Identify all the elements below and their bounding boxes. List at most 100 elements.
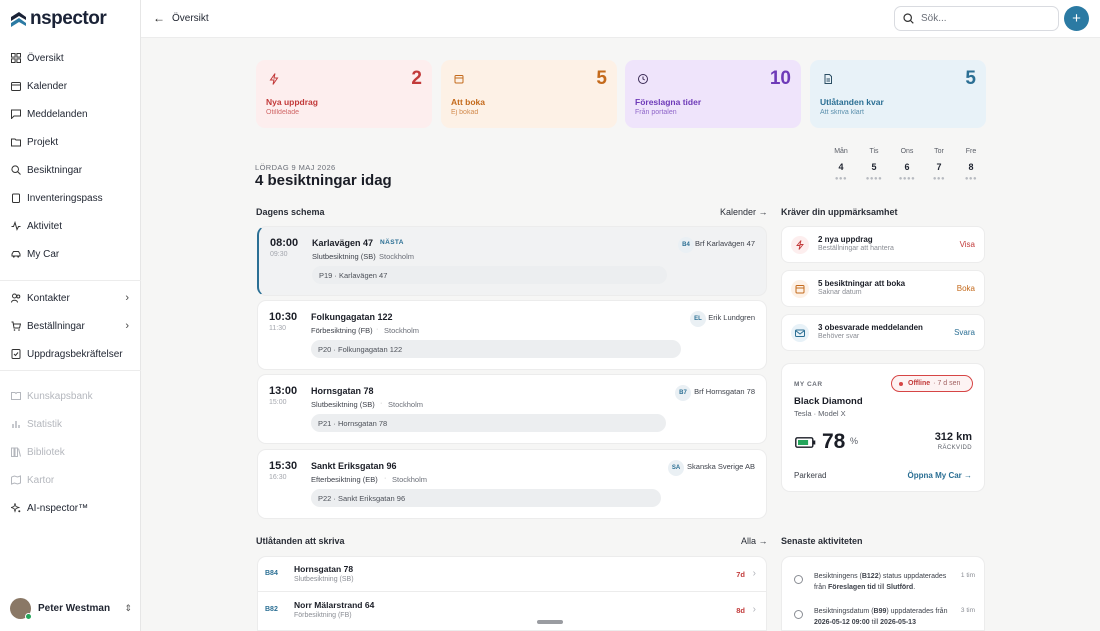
add-button[interactable]: + (1064, 6, 1089, 31)
sidebar-item-aktivitet[interactable]: Aktivitet (0, 212, 141, 240)
activity-from: 2026-05-12 09:00 (814, 619, 870, 626)
sidebar-item-besiktningar[interactable]: Besiktningar (0, 156, 141, 184)
report-address: Norr Mälarstrand 64 (294, 600, 375, 610)
client-badge: SA (668, 460, 684, 476)
reply-button[interactable]: Svara (954, 328, 975, 337)
inspection-type: Förbesiktning (FB) (311, 326, 373, 335)
status-text: Offline (908, 380, 931, 387)
schedule-item[interactable]: 08:00 09:30 Karlavägen 47 NÄSTA Slutbesi… (257, 226, 767, 296)
logo[interactable]: nspector (10, 8, 107, 30)
client-badge: B7 (675, 385, 691, 401)
search-input[interactable] (921, 13, 1051, 24)
city: Stockholm (388, 400, 424, 409)
activity-text-part: ) uppdaterades från (886, 608, 948, 615)
end-time: 09:30 (270, 251, 288, 258)
scroll-handle[interactable] (537, 620, 563, 624)
week-day[interactable]: Tor 7 ●●● (927, 148, 951, 182)
car-name: Black Diamond (794, 396, 863, 407)
report-row[interactable]: B82 Norr Mälarstrand 64 Förbesiktning (F… (257, 592, 767, 631)
week-day-number: 4 (838, 162, 844, 172)
activity-to: Slutförd (886, 584, 914, 591)
attention-item[interactable]: 2 nya uppdrag Beställningar att hantera … (781, 226, 985, 263)
document-icon (824, 74, 832, 84)
city: Stockholm (379, 252, 415, 261)
calendar-link[interactable]: Kalender → (720, 207, 768, 217)
week-day[interactable]: Ons 6 ●●●● (895, 148, 919, 182)
stat-subtitle: Otilldelade (266, 109, 300, 116)
logo-text: nspector (30, 8, 107, 29)
clock-icon (638, 74, 648, 84)
address: Sankt Eriksgatan 96 (311, 461, 397, 471)
stat-value: 5 (596, 68, 607, 89)
stat-title: Nya uppdrag (266, 97, 318, 107)
week-day-name: Fre (965, 148, 977, 155)
project-chip[interactable]: P21 · Hornsgatan 78 (311, 414, 666, 432)
week-day-name: Tor (934, 148, 944, 155)
stat-card-reports-left[interactable]: 5 Utlåtanden kvar Att skriva klart (810, 60, 986, 128)
end-time: 15:00 (269, 399, 287, 406)
activity-text-part: till (869, 619, 881, 626)
stat-card-proposed-times[interactable]: 10 Föreslagna tider Från portalen (625, 60, 801, 128)
project-chip[interactable]: P22 · Sankt Eriksgatan 96 (311, 489, 661, 507)
chevron-up-down-icon: ⇕ (124, 603, 132, 613)
sidebar-item-oversikt[interactable]: Översikt (0, 44, 141, 72)
stat-subtitle: Att skriva klart (820, 109, 864, 116)
inspection-type: Slutbesiktning (SB) (312, 252, 376, 261)
status-badge: Offline · 7 d sen (891, 375, 973, 392)
open-my-car-link[interactable]: Öppna My Car → (908, 471, 972, 480)
schedule-item[interactable]: 10:30 11:30 Folkungagatan 122 Förbesiktn… (257, 300, 767, 370)
week-day[interactable]: Fre 8 ●●● (959, 148, 983, 182)
client-badge: EL (690, 311, 706, 327)
bolt-icon (791, 236, 809, 254)
activity-text: Besiktningens (B122) status uppdaterades… (814, 571, 959, 593)
sidebar-item-kontakter[interactable]: Kontakter › (0, 284, 141, 312)
client-name: Skanska Sverige AB (687, 462, 755, 471)
all-reports-link[interactable]: Alla → (741, 536, 768, 546)
calendar-icon (791, 280, 809, 298)
stat-title: Föreslagna tider (635, 97, 702, 107)
attention-subtitle: Behöver svar (818, 333, 860, 340)
date-label: LÖRDAG 9 MAJ 2026 (255, 163, 336, 172)
attention-item[interactable]: 5 besiktningar att boka Saknar datum Bok… (781, 270, 985, 307)
project-chip[interactable]: P20 · Folkungagatan 122 (311, 340, 681, 358)
sidebar-item-label: Meddelanden (27, 108, 88, 120)
activity-text-part: . (913, 584, 916, 591)
sidebar-item-my-car[interactable]: My Car (0, 240, 141, 268)
sidebar-item-inventeringspass[interactable]: Inventeringspass (0, 184, 141, 212)
chevron-right-icon: › (125, 292, 129, 304)
sidebar-item-label: Aktivitet (27, 220, 63, 232)
activity-time: 3 tim (960, 607, 975, 614)
week-day[interactable]: Mån 4 ●●● (829, 148, 853, 182)
battery-icon (795, 437, 816, 448)
view-button[interactable]: Visa (960, 240, 975, 249)
bolt-icon (269, 73, 279, 85)
report-row[interactable]: B84 Hornsgatan 78 Slutbesiktning (SB) 7d… (257, 556, 767, 592)
sidebar-item-projekt[interactable]: Projekt (0, 128, 141, 156)
sidebar-item-kalender[interactable]: Kalender (0, 72, 141, 100)
clock-icon (794, 575, 803, 584)
search-box[interactable] (894, 6, 1059, 31)
sidebar-item-label: Bibliotek (27, 446, 65, 458)
stat-card-new-orders[interactable]: 2 Nya uppdrag Otilldelade (256, 60, 432, 128)
sidebar-item-label: Uppdragsbekräftelser (27, 348, 123, 360)
book-button[interactable]: Boka (957, 284, 975, 293)
page-title: 4 besiktningar idag (255, 172, 392, 189)
week-day[interactable]: Tis 5 ●●●● (862, 148, 886, 182)
activity-text: Besiktningsdatum (B99) uppdaterades från… (814, 606, 959, 628)
sidebar-item-uppdragsbekraftelser[interactable]: Uppdragsbekräftelser (0, 340, 141, 368)
attention-item[interactable]: 3 obesvarade meddelanden Behöver svar Sv… (781, 314, 985, 351)
client-name: Brf Karlavägen 47 (694, 239, 755, 248)
back-arrow-icon[interactable]: ← (153, 11, 165, 25)
inspection-type: Efterbesiktning (EB) (311, 475, 378, 484)
user-menu[interactable]: Peter Westman ⇕ (10, 598, 132, 620)
project-chip[interactable]: P19 · Karlavägen 47 (312, 266, 667, 284)
sidebar-item-meddelanden[interactable]: Meddelanden (0, 100, 141, 128)
sidebar-item-bestallningar[interactable]: Beställningar › (0, 312, 141, 340)
schedule-item[interactable]: 15:30 16:30 Sankt Eriksgatan 96 Efterbes… (257, 449, 767, 519)
calendar-icon (11, 82, 21, 91)
sidebar-item-ai-nspector[interactable]: AI-nspector™ (0, 494, 141, 522)
schedule-item[interactable]: 13:00 15:00 Hornsgatan 78 Slutbesiktning… (257, 374, 767, 444)
activity-to: 2026-05-13 (880, 619, 916, 626)
stat-card-to-book[interactable]: 5 Att boka Ej bokad (441, 60, 617, 128)
topbar: ← Översikt + (141, 0, 1100, 38)
